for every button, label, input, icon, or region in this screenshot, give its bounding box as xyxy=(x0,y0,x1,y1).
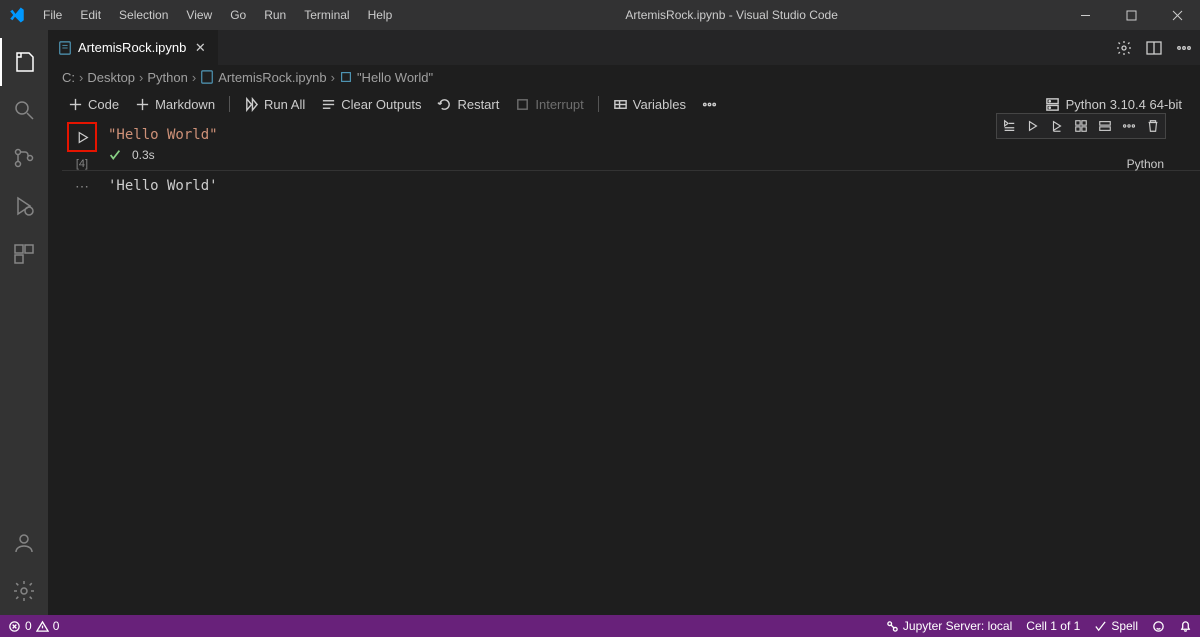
kernel-selector[interactable]: Python 3.10.4 64-bit xyxy=(1039,95,1188,114)
add-markdown-button[interactable]: Markdown xyxy=(127,95,223,114)
menu-view[interactable]: View xyxy=(177,0,221,30)
title-bar: File Edit Selection View Go Run Terminal… xyxy=(0,0,1200,30)
close-button[interactable] xyxy=(1154,0,1200,30)
status-problems[interactable]: 0 0 xyxy=(8,619,59,633)
window-controls xyxy=(1062,0,1200,30)
cell-area: [4] "Hello World" 0.3s Python ⋯ 'Hello W… xyxy=(48,119,1200,615)
warning-icon xyxy=(36,620,49,633)
variables-button[interactable]: Variables xyxy=(605,95,694,114)
settings-gear-icon[interactable] xyxy=(0,567,48,615)
breadcrumb-c[interactable]: C: xyxy=(62,70,75,85)
execution-count: [4] xyxy=(76,158,88,170)
menu-edit[interactable]: Edit xyxy=(71,0,110,30)
status-feedback-icon[interactable] xyxy=(1152,620,1165,633)
cell-toolbar xyxy=(996,113,1166,139)
cell-language-label[interactable]: Python xyxy=(1127,157,1164,171)
tab-close-icon[interactable]: ✕ xyxy=(192,40,208,56)
toolbar-more-button[interactable] xyxy=(694,95,725,114)
execute-below-icon[interactable] xyxy=(1045,113,1069,139)
status-spell[interactable]: Spell xyxy=(1094,619,1138,633)
breadcrumb-file[interactable]: ArtemisRock.ipynb xyxy=(218,70,326,85)
notebook-icon xyxy=(200,70,214,84)
tab-row: ArtemisRock.ipynb ✕ xyxy=(48,30,1200,65)
more-actions-icon[interactable] xyxy=(1093,113,1117,139)
delete-cell-icon[interactable] xyxy=(1141,113,1165,139)
more-icon[interactable] xyxy=(1176,40,1192,56)
run-debug-icon[interactable] xyxy=(0,182,48,230)
run-by-line-icon[interactable] xyxy=(997,113,1021,139)
status-bell-icon[interactable] xyxy=(1179,620,1192,633)
status-bar: 0 0 Jupyter Server: local Cell 1 of 1 Sp… xyxy=(0,615,1200,637)
status-cell-count[interactable]: Cell 1 of 1 xyxy=(1026,619,1080,633)
notebook-icon xyxy=(58,41,72,55)
breadcrumb-python[interactable]: Python xyxy=(147,70,187,85)
gear-icon[interactable] xyxy=(1116,40,1132,56)
menu-bar: File Edit Selection View Go Run Terminal… xyxy=(34,0,401,30)
remote-icon xyxy=(886,620,899,633)
source-control-icon[interactable] xyxy=(0,134,48,182)
accounts-icon[interactable] xyxy=(0,519,48,567)
menu-help[interactable]: Help xyxy=(359,0,402,30)
add-code-button[interactable]: Code xyxy=(60,95,127,114)
maximize-button[interactable] xyxy=(1108,0,1154,30)
server-icon xyxy=(1045,97,1060,112)
cell-duration: 0.3s xyxy=(132,148,155,162)
search-icon[interactable] xyxy=(0,86,48,134)
menu-terminal[interactable]: Terminal xyxy=(295,0,358,30)
restart-button[interactable]: Restart xyxy=(429,95,507,114)
check-icon xyxy=(1094,620,1107,633)
cell-output-row: ⋯ 'Hello World' xyxy=(62,170,1200,201)
menu-go[interactable]: Go xyxy=(221,0,255,30)
menu-selection[interactable]: Selection xyxy=(110,0,177,30)
check-icon xyxy=(108,148,122,162)
explorer-icon[interactable] xyxy=(0,38,48,86)
tab-artemisrock[interactable]: ArtemisRock.ipynb ✕ xyxy=(48,30,219,65)
split-cell-icon[interactable] xyxy=(1069,113,1093,139)
execute-above-icon[interactable] xyxy=(1021,113,1045,139)
interrupt-button: Interrupt xyxy=(507,95,591,114)
menu-run[interactable]: Run xyxy=(255,0,295,30)
status-jupyter[interactable]: Jupyter Server: local xyxy=(886,619,1012,633)
activity-bar xyxy=(0,30,48,615)
window-title: ArtemisRock.ipynb - Visual Studio Code xyxy=(401,8,1062,22)
menu-file[interactable]: File xyxy=(34,0,71,30)
cell-status-line: 0.3s xyxy=(102,143,1200,167)
breadcrumb-desktop[interactable]: Desktop xyxy=(87,70,135,85)
kernel-label: Python 3.10.4 64-bit xyxy=(1066,97,1182,112)
run-all-button[interactable]: Run All xyxy=(236,95,313,114)
cell-more-icon[interactable] xyxy=(1117,113,1141,139)
breadcrumb[interactable]: C:› Desktop› Python› ArtemisRock.ipynb› … xyxy=(48,65,1200,89)
cell-output: 'Hello World' xyxy=(102,171,224,201)
editor-actions xyxy=(1116,40,1192,56)
minimize-button[interactable] xyxy=(1062,0,1108,30)
symbol-icon xyxy=(339,70,353,84)
vscode-logo-icon xyxy=(8,6,26,24)
error-icon xyxy=(8,620,21,633)
breadcrumb-symbol[interactable]: "Hello World" xyxy=(357,70,433,85)
tab-label: ArtemisRock.ipynb xyxy=(78,40,186,55)
extensions-icon[interactable] xyxy=(0,230,48,278)
clear-outputs-button[interactable]: Clear Outputs xyxy=(313,95,429,114)
run-cell-button[interactable] xyxy=(67,122,97,152)
output-collapse-icon[interactable]: ⋯ xyxy=(62,171,102,195)
split-editor-icon[interactable] xyxy=(1146,40,1162,56)
